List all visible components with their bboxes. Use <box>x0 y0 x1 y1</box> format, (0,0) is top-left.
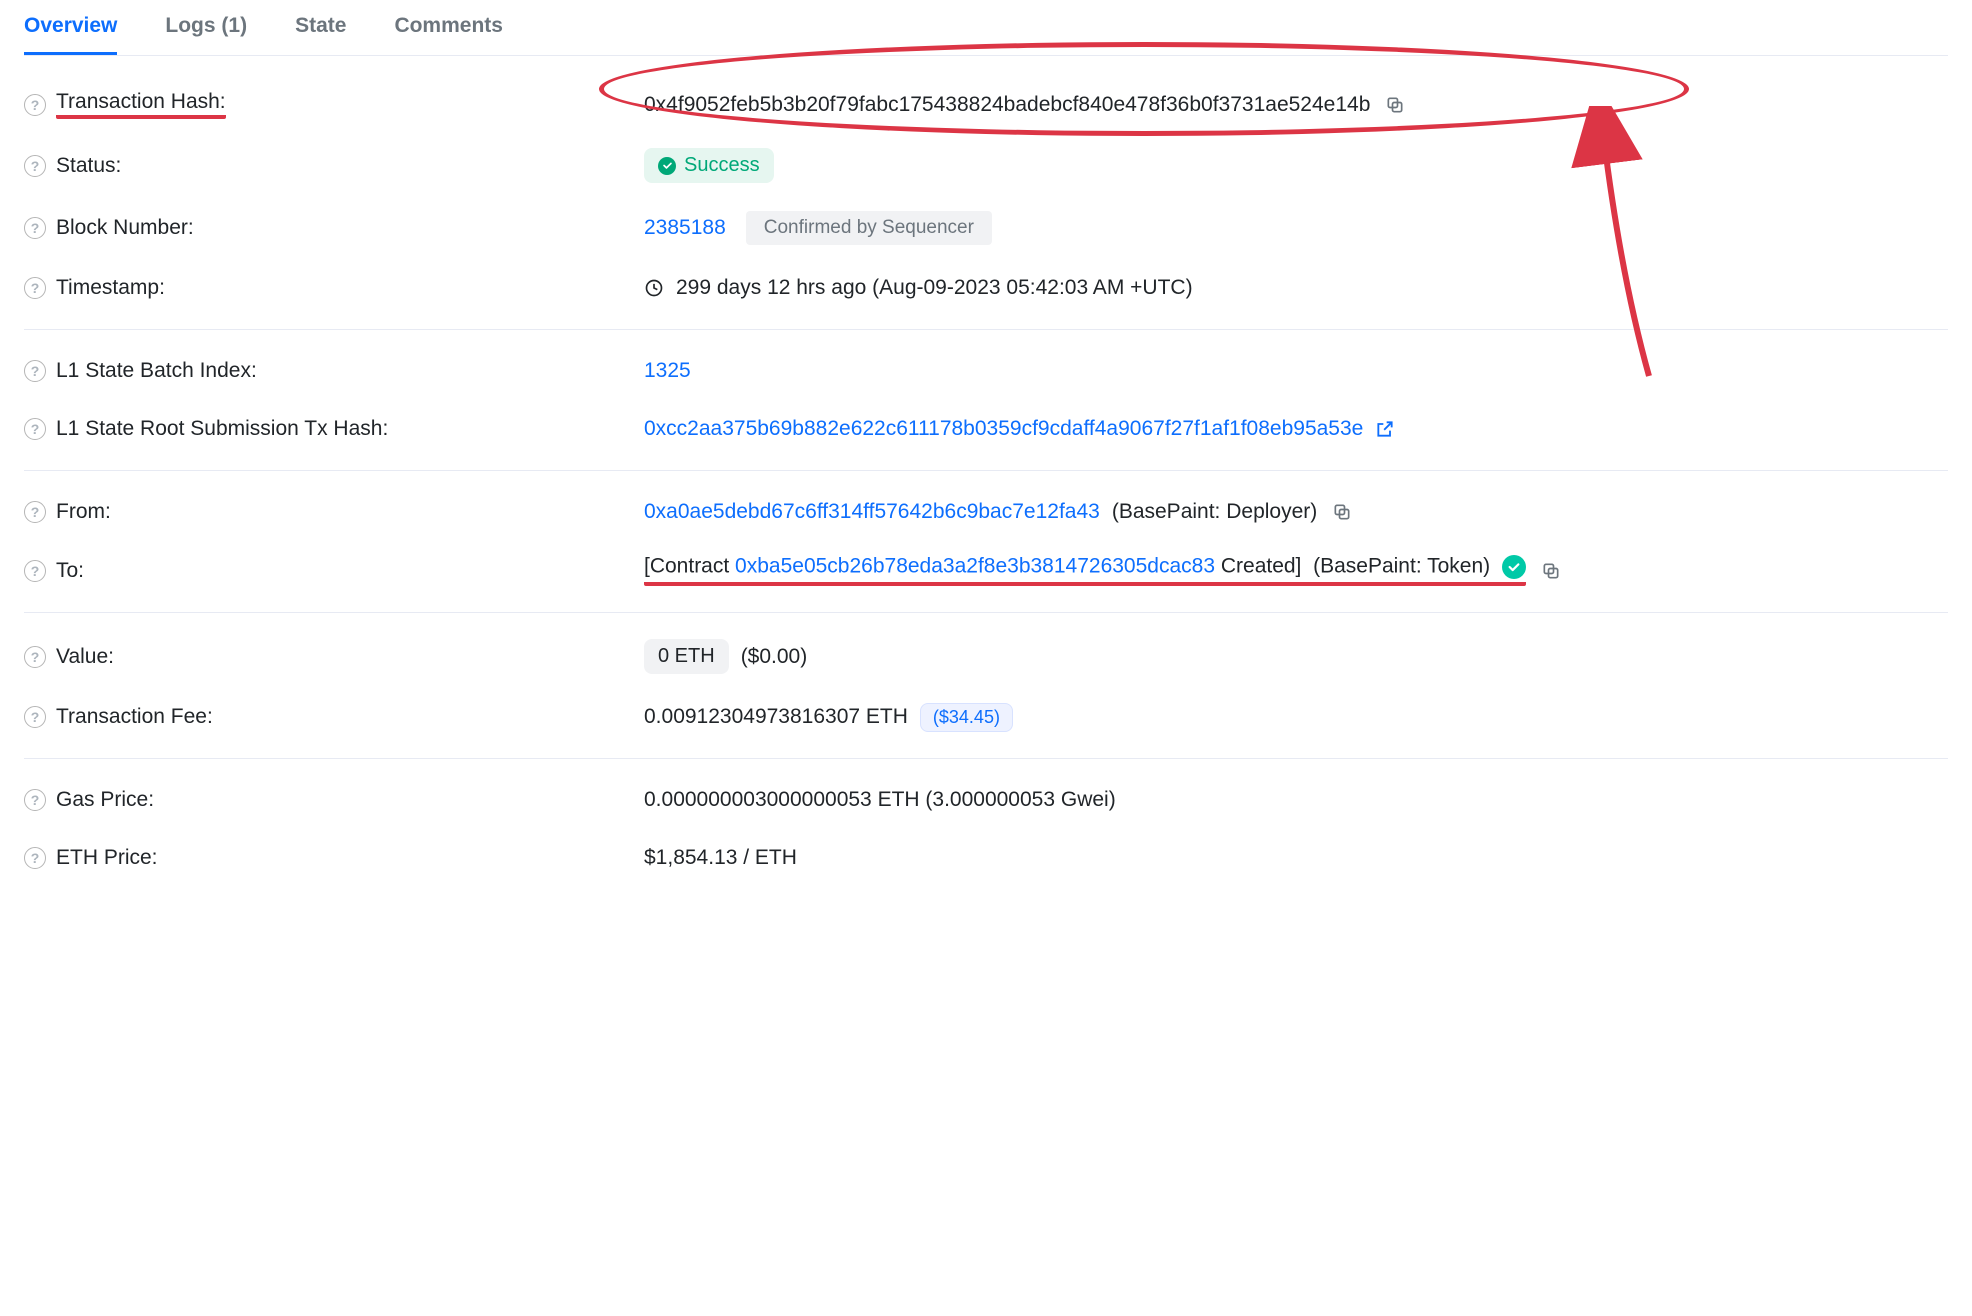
label-block: Block Number: <box>56 216 194 240</box>
value-gas-price: 0.000000003000000053 ETH (3.000000053 Gw… <box>644 788 1116 812</box>
label-l1-root: L1 State Root Submission Tx Hash: <box>56 417 388 441</box>
row-timestamp: ? Timestamp: 299 days 12 hrs ago (Aug-09… <box>24 259 1948 317</box>
label-from: From: <box>56 500 111 524</box>
divider <box>24 329 1948 330</box>
help-icon[interactable]: ? <box>24 277 46 299</box>
label-tx-fee: Transaction Fee: <box>56 705 213 729</box>
row-to: ? To: [Contract 0xba5e05cb26b78eda3a2f8e… <box>24 541 1948 600</box>
row-gas-price: ? Gas Price: 0.000000003000000053 ETH (3… <box>24 771 1948 829</box>
help-icon[interactable]: ? <box>24 94 46 116</box>
check-icon <box>658 157 676 175</box>
value-eth: 0 ETH <box>644 639 729 674</box>
value-timestamp: 299 days 12 hrs ago (Aug-09-2023 05:42:0… <box>676 276 1193 300</box>
tab-overview[interactable]: Overview <box>24 14 117 55</box>
copy-icon[interactable] <box>1329 499 1355 525</box>
row-tx-hash: ? Transaction Hash: 0x4f9052feb5b3b20f79… <box>24 76 1948 134</box>
help-icon[interactable]: ? <box>24 847 46 869</box>
label-l1-batch: L1 State Batch Index: <box>56 359 257 383</box>
copy-icon[interactable] <box>1382 92 1408 118</box>
tab-state[interactable]: State <box>295 14 346 55</box>
to-tag: (BasePaint: Token) <box>1313 555 1490 578</box>
help-icon[interactable]: ? <box>24 155 46 177</box>
row-tx-fee: ? Transaction Fee: 0.00912304973816307 E… <box>24 688 1948 746</box>
label-gas-price: Gas Price: <box>56 788 154 812</box>
help-icon[interactable]: ? <box>24 789 46 811</box>
value-usd: ($0.00) <box>741 645 808 669</box>
label-tx-hash: Transaction Hash: <box>56 91 226 119</box>
status-badge: Success <box>644 148 774 183</box>
divider <box>24 470 1948 471</box>
to-value: [Contract 0xba5e05cb26b78eda3a2f8e3b3814… <box>644 555 1526 586</box>
verified-icon <box>1502 555 1526 579</box>
label-timestamp: Timestamp: <box>56 276 165 300</box>
confirmed-pill: Confirmed by Sequencer <box>746 211 992 245</box>
to-address-link[interactable]: 0xba5e05cb26b78eda3a2f8e3b3814726305dcac… <box>735 555 1215 578</box>
tx-fee-usd[interactable]: ($34.45) <box>920 703 1013 732</box>
details-panel: ? Transaction Hash: 0x4f9052feb5b3b20f79… <box>24 56 1948 887</box>
tab-logs[interactable]: Logs (1) <box>165 14 247 55</box>
from-tag: (BasePaint: Deployer) <box>1112 500 1317 524</box>
from-address-link[interactable]: 0xa0ae5debd67c6ff314ff57642b6c9bac7e12fa… <box>644 500 1100 524</box>
label-eth-price: ETH Price: <box>56 846 158 870</box>
divider <box>24 612 1948 613</box>
help-icon[interactable]: ? <box>24 560 46 582</box>
help-icon[interactable]: ? <box>24 418 46 440</box>
row-l1-root: ? L1 State Root Submission Tx Hash: 0xcc… <box>24 400 1948 458</box>
label-status: Status: <box>56 154 121 178</box>
row-l1-batch: ? L1 State Batch Index: 1325 <box>24 342 1948 400</box>
divider <box>24 758 1948 759</box>
l1-root-link[interactable]: 0xcc2aa375b69b882e622c611178b0359cf9cdaf… <box>644 417 1363 441</box>
label-to: To: <box>56 559 84 583</box>
help-icon[interactable]: ? <box>24 360 46 382</box>
value-tx-hash: 0x4f9052feb5b3b20f79fabc175438824badebcf… <box>644 93 1370 117</box>
help-icon[interactable]: ? <box>24 501 46 523</box>
row-block: ? Block Number: 2385188 Confirmed by Seq… <box>24 197 1948 259</box>
help-icon[interactable]: ? <box>24 646 46 668</box>
copy-icon[interactable] <box>1538 558 1564 584</box>
clock-icon <box>644 278 664 298</box>
tab-comments[interactable]: Comments <box>394 14 503 55</box>
label-value: Value: <box>56 645 114 669</box>
l1-batch-link[interactable]: 1325 <box>644 359 691 383</box>
row-status: ? Status: Success <box>24 134 1948 197</box>
help-icon[interactable]: ? <box>24 217 46 239</box>
row-eth-price: ? ETH Price: $1,854.13 / ETH <box>24 829 1948 887</box>
value-eth-price: $1,854.13 / ETH <box>644 846 797 870</box>
block-link[interactable]: 2385188 <box>644 216 726 240</box>
tabs-bar: Overview Logs (1) State Comments <box>24 0 1948 56</box>
row-value: ? Value: 0 ETH ($0.00) <box>24 625 1948 688</box>
help-icon[interactable]: ? <box>24 706 46 728</box>
row-from: ? From: 0xa0ae5debd67c6ff314ff57642b6c9b… <box>24 483 1948 541</box>
external-link-icon[interactable] <box>1375 419 1395 439</box>
tx-fee-eth: 0.00912304973816307 ETH <box>644 705 908 729</box>
